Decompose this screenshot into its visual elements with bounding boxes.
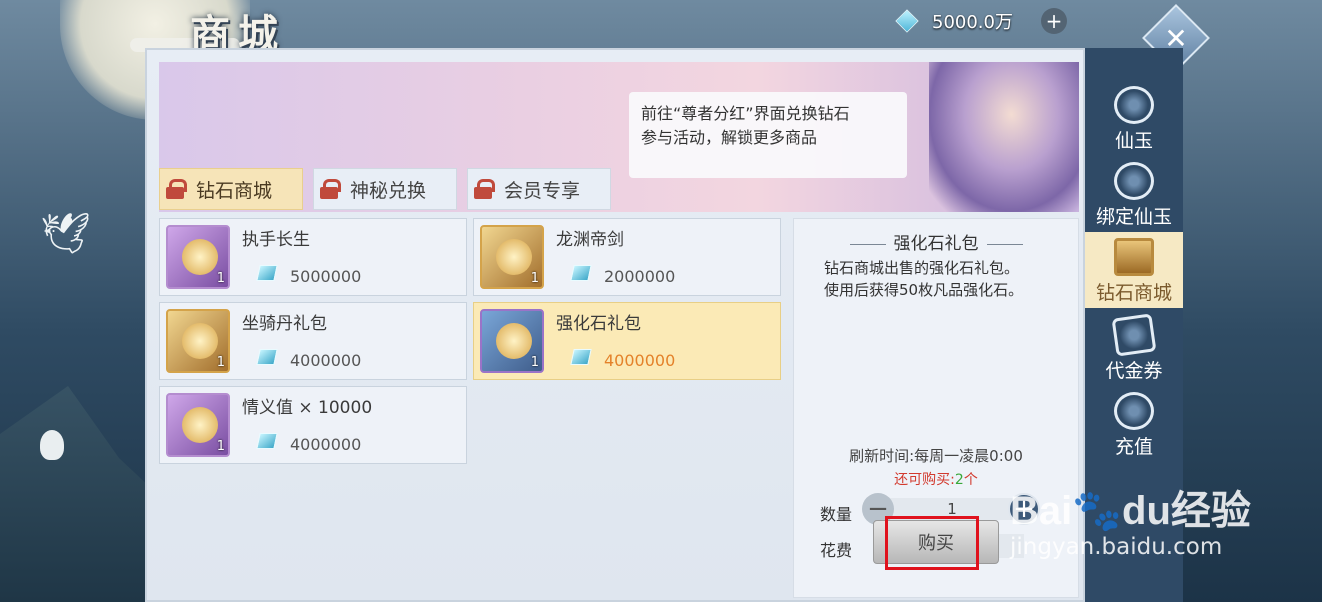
nav-label: 代金券 [1105, 360, 1163, 382]
shop-tabs: 钻石商城 神秘兑换 会员专享 [159, 168, 611, 210]
nav-item-recharge[interactable]: 充值 [1085, 386, 1183, 462]
item-price: 4000000 [604, 351, 676, 370]
quantity-label: 数量 [820, 505, 853, 524]
item-price: 4000000 [290, 351, 362, 370]
buy-highlight-box [885, 516, 979, 570]
watermark-url: jingyan.baidu.com [1010, 534, 1223, 560]
diamond-icon [895, 9, 919, 33]
treasure-chest-icon: 1 [166, 309, 230, 373]
recharge-icon [1114, 392, 1154, 430]
nav-item-bound-xianyu[interactable]: 绑定仙玉 [1085, 156, 1183, 232]
item-price: 2000000 [604, 267, 676, 286]
cost-label: 花费 [820, 541, 853, 560]
lock-icon [320, 179, 341, 199]
item-name: 坐骑丹礼包 [242, 314, 327, 334]
tab-label: 钻石商城 [196, 179, 273, 202]
tab-label: 会员专享 [504, 179, 581, 202]
item-count: 1 [216, 271, 225, 286]
voucher-card-icon [1111, 313, 1157, 357]
watermark-logo: Bai🐾du经验 [1010, 489, 1251, 533]
detail-desc-line: 钻石商城出售的强化石礼包。 [824, 259, 1020, 277]
currency-value: 5000.0万 [932, 12, 1013, 33]
tab-diamond-shop[interactable]: 钻石商城 [159, 168, 303, 210]
sword-icon: 1 [480, 225, 544, 289]
item-name: 强化石礼包 [556, 314, 641, 334]
item-price: 5000000 [290, 267, 362, 286]
lock-icon [166, 179, 187, 199]
add-currency-button[interactable]: + [1040, 8, 1067, 34]
shop-item[interactable]: 1 坐骑丹礼包 4000000 [159, 302, 467, 380]
nav-item-diamond-shop[interactable]: 钻石商城 [1085, 232, 1183, 308]
item-price: 4000000 [290, 435, 362, 454]
item-count: 1 [216, 439, 225, 454]
nav-label: 绑定仙玉 [1095, 206, 1172, 228]
diamond-icon [570, 265, 592, 281]
bound-jade-icon [1114, 162, 1154, 200]
item-count: 1 [216, 355, 225, 370]
pendant-icon: 1 [166, 225, 230, 289]
diamond-icon [256, 265, 278, 281]
tab-label: 神秘兑换 [350, 179, 427, 202]
jade-icon [1114, 86, 1154, 124]
shop-item[interactable]: 1 执手长生 5000000 [159, 218, 467, 296]
shop-item[interactable]: 1 情义值 × 10000 4000000 [159, 386, 467, 464]
crane-icon: 🕊 [40, 211, 91, 257]
baidu-watermark: Bai🐾du经验 jingyan.baidu.com [1010, 478, 1251, 560]
lotus-icon [40, 430, 64, 460]
item-name: 执手长生 [242, 230, 310, 250]
item-name: 情义值 × 10000 [242, 398, 373, 418]
nav-label: 仙玉 [1114, 130, 1153, 152]
tab-mystery-exchange[interactable]: 神秘兑换 [313, 168, 457, 210]
diamond-icon [256, 433, 278, 449]
tab-member-exclusive[interactable]: 会员专享 [467, 168, 611, 210]
item-name: 龙渊帝剑 [556, 230, 624, 250]
banner-note: 前往“尊者分红”界面兑换钻石 参与活动，解锁更多商品 [629, 92, 907, 178]
nav-item-xianyu[interactable]: 仙玉 [1085, 80, 1183, 156]
nav-item-voucher[interactable]: 代金券 [1085, 310, 1183, 386]
detail-title: 强化石礼包 [794, 229, 1078, 254]
detail-desc-line: 使用后获得50枚凡品强化石。 [824, 281, 1024, 299]
character-portrait [929, 62, 1079, 212]
detail-description: 钻石商城出售的强化石礼包。 使用后获得50枚凡品强化石。 [824, 257, 1054, 301]
shop-item-selected[interactable]: 1 强化石礼包 4000000 [473, 302, 781, 380]
item-count: 1 [530, 355, 539, 370]
diamond-icon [570, 349, 592, 365]
item-count: 1 [530, 271, 539, 286]
banner-note-line: 参与活动，解锁更多商品 [641, 128, 818, 147]
nav-label: 充值 [1114, 436, 1153, 458]
diamond-icon [256, 349, 278, 365]
gold-token-icon: 1 [166, 393, 230, 457]
shop-item[interactable]: 1 龙渊帝剑 2000000 [473, 218, 781, 296]
gem-chest-icon: 1 [480, 309, 544, 373]
lock-icon [474, 179, 495, 199]
banner-note-line: 前往“尊者分红”界面兑换钻石 [641, 104, 850, 123]
refresh-time: 刷新时间:每周一凌晨0:00 [849, 447, 1023, 465]
currency-display: 5000.0万 + [895, 6, 1067, 36]
shop-panel: 前往“尊者分红”界面兑换钻石 参与活动，解锁更多商品 钻石商城 神秘兑换 会员专… [145, 48, 1085, 602]
nav-label: 钻石商城 [1095, 282, 1172, 304]
pavilion-icon [1114, 238, 1154, 276]
